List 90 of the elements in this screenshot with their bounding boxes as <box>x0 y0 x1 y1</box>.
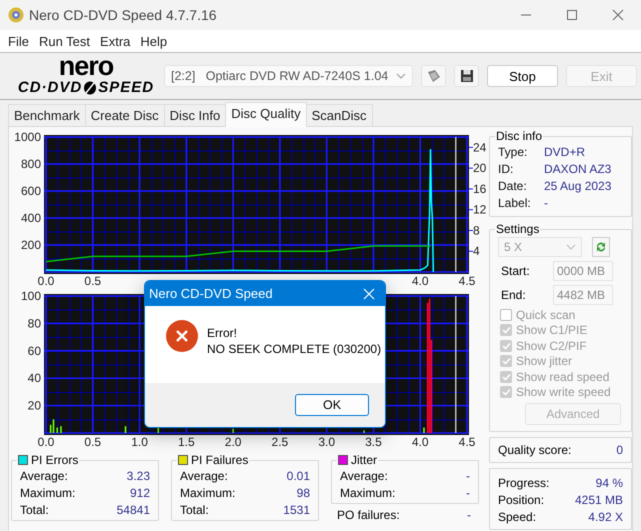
axis-label: 200 <box>20 238 41 252</box>
checkbox-label: Show write speed <box>516 385 611 400</box>
axis-label: 0.5 <box>84 435 102 449</box>
axis-label: 100 <box>20 289 41 303</box>
axis-label: 60 <box>28 344 41 358</box>
axis-tick: 12 <box>468 202 486 217</box>
axis-tick: 4 <box>468 244 480 258</box>
group-title: Disc info <box>496 129 542 143</box>
stat-value: - <box>467 508 471 522</box>
stat-value: 98 <box>296 486 310 500</box>
progress-label: Progress: <box>498 476 550 490</box>
y2-tick-label: 4 <box>473 244 480 258</box>
stat-value: 912 <box>130 486 150 500</box>
y2-tick-label: 16 <box>473 182 487 196</box>
y2-tick-label: 8 <box>473 223 480 238</box>
axis-label: 40 <box>28 371 41 386</box>
axis-tick: 16 <box>468 182 486 196</box>
y2-tick-label: 20 <box>473 161 487 176</box>
stat-label: Maximum: <box>20 486 76 500</box>
progress-value: 94 % <box>596 476 623 490</box>
field-label: End: <box>501 288 527 302</box>
checkbox-label: Show C1/PIE <box>516 323 588 338</box>
progress-value: 4251 MB <box>574 492 623 506</box>
window-title: Nero CD-DVD Speed 4.7.7.16 <box>29 7 217 23</box>
checkbox-label: Show jitter <box>516 354 572 368</box>
axis-label: 2.5 <box>272 435 288 449</box>
info-label: Type: <box>498 144 528 158</box>
progress-value: 4.92 X <box>588 510 623 524</box>
stat-label: Average: <box>340 468 388 482</box>
progress-label: Position: <box>498 492 544 506</box>
field-label: Start: <box>501 264 531 278</box>
axis-label: 4.0 <box>412 274 429 287</box>
axis-label: 4.5 <box>458 274 476 287</box>
group-title: PI Errors <box>31 453 78 467</box>
stat-value: 0.01 <box>286 468 310 482</box>
axis-label: 20 <box>28 398 41 413</box>
stat-label: Average: <box>20 468 68 482</box>
info-value: DVD+R <box>544 144 586 158</box>
stat-value: - <box>466 468 470 482</box>
stat-value: 3.23 <box>126 468 150 482</box>
info-label: Date: <box>498 178 528 192</box>
stat-label: Total: <box>20 502 49 516</box>
info-label: ID: <box>498 162 514 176</box>
y2-tick-label: 24 <box>473 140 487 154</box>
stat-label: PO failures: <box>337 508 400 522</box>
axis-label: 3.5 <box>365 435 382 449</box>
progress-label: Speed: <box>498 510 536 524</box>
quality-label: Quality score: <box>498 442 572 456</box>
axis-label: 800 <box>20 157 41 171</box>
stat-label: Maximum: <box>340 486 396 500</box>
axis-label: 3.0 <box>318 435 335 449</box>
axis-tick: 8 <box>468 223 480 238</box>
info-value: - <box>544 196 548 210</box>
axis-label: 0.0 <box>38 435 54 449</box>
axis-tick: 20 <box>468 161 486 176</box>
info-value: 25 Aug 2023 <box>544 178 612 192</box>
axis-label: 1000 <box>14 130 41 144</box>
axis-label: 80 <box>28 316 41 330</box>
info-value: DAXON AZ3 <box>544 162 612 176</box>
axis-label: 0.0 <box>38 274 54 287</box>
y2-tick-label: 12 <box>473 202 487 217</box>
stat-label: Average: <box>180 468 228 482</box>
checkbox-label: Show C2/PIF <box>516 338 587 353</box>
axis-label: 1.5 <box>178 435 195 449</box>
axis-label: 1.0 <box>131 435 148 449</box>
stat-label: Maximum: <box>180 486 236 500</box>
quality-value: 0 <box>616 442 623 456</box>
axis-tick: 24 <box>468 140 486 154</box>
axis-label: 400 <box>20 211 41 225</box>
dialog-title: Nero CD-DVD Speed <box>149 286 273 301</box>
stat-value: 1531 <box>283 502 310 516</box>
stat-label: Total: <box>180 502 209 516</box>
logo-product-text: CD·DVD <box>18 80 82 95</box>
axis-label: 2.0 <box>224 435 242 449</box>
error-message: NO SEEK COMPLETE (030200) <box>207 341 382 357</box>
group-title: Settings <box>496 222 540 236</box>
logo-product-text: SPEED <box>98 80 154 95</box>
checkbox-label: Quick scan <box>516 308 576 322</box>
error-heading: Error! <box>207 325 238 341</box>
group-title: PI Failures <box>191 453 248 467</box>
info-label: Label: <box>498 196 532 210</box>
axis-label: 600 <box>20 184 41 198</box>
stat-value: 54841 <box>116 502 150 516</box>
logo-wordmark: nero <box>58 53 114 80</box>
checkbox-label: Show read speed <box>516 370 610 384</box>
axis-label: 4.5 <box>458 435 476 449</box>
axis-label: 0.5 <box>84 274 102 287</box>
axis-label: 4.0 <box>412 435 429 449</box>
group-title: Jitter <box>351 453 378 467</box>
stat-value: - <box>466 486 470 500</box>
